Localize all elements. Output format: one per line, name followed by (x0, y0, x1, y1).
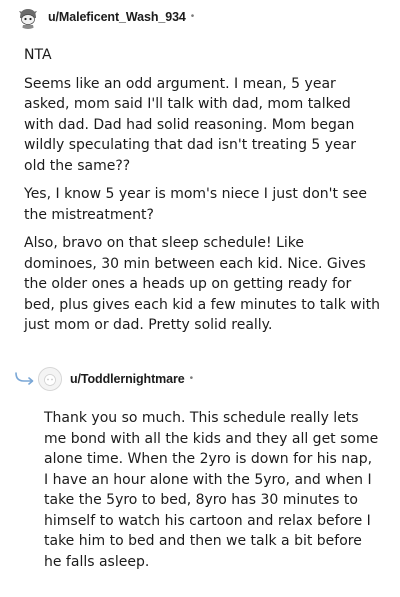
avatar[interactable] (38, 367, 62, 391)
avatar[interactable] (16, 5, 40, 29)
default-avatar-icon (39, 368, 61, 390)
reply-arrow-icon (15, 372, 34, 385)
snoo-avatar-icon (16, 5, 40, 29)
comment-paragraph: Seems like an odd argument. I mean, 5 ye… (24, 75, 357, 174)
comment-header: u/Toddlernightmare • (38, 366, 193, 392)
separator-dot: • (190, 11, 195, 22)
comment-header: u/Maleficent_Wash_934 • (16, 4, 194, 30)
comment-paragraph: Yes, I know 5 year is mom's niece I just… (24, 186, 367, 223)
comment-body: Thank you so much. This schedule really … (44, 408, 380, 580)
comment-paragraph: NTA (24, 47, 52, 63)
username[interactable]: u/Toddlernightmare (70, 372, 185, 386)
comment-paragraph: Thank you so much. This schedule really … (44, 410, 379, 570)
comment-body: NTA Seems like an odd argument. I mean, … (24, 45, 380, 344)
username[interactable]: u/Maleficent_Wash_934 (48, 10, 186, 24)
comment-paragraph: Also, bravo on that sleep schedule! Like… (24, 235, 380, 333)
separator-dot: • (189, 373, 194, 384)
